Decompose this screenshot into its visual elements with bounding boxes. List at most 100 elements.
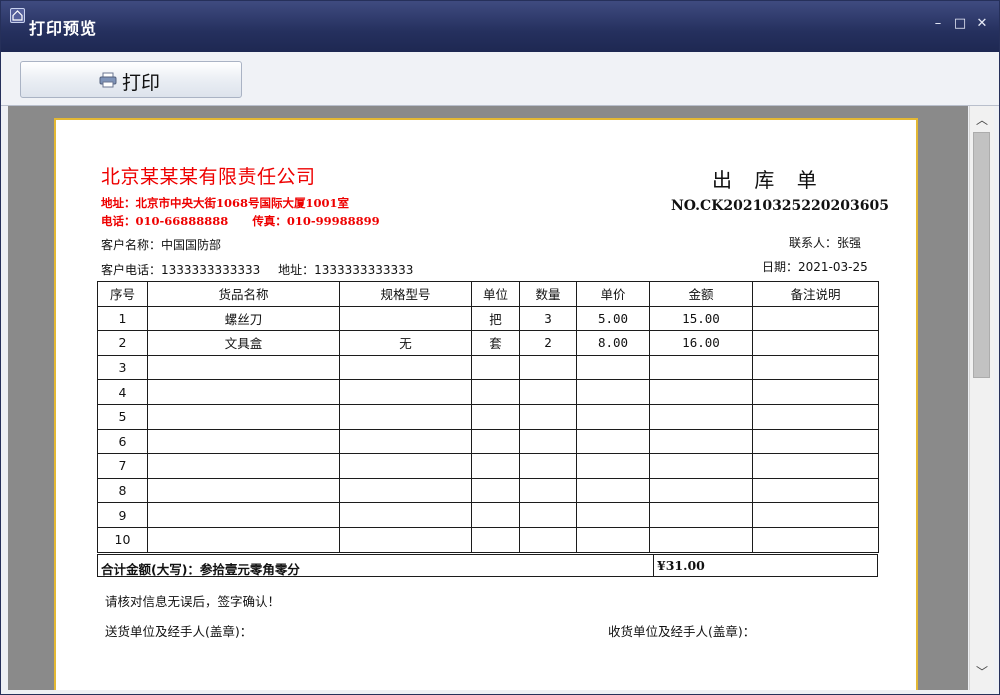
cell-quantity <box>519 477 577 504</box>
cell-product-name <box>147 526 340 553</box>
cell-index: 1 <box>97 305 148 332</box>
total-row: 合计金额(大写)：参拾壹元零角零分 ¥31.00 <box>97 554 878 577</box>
customer-name: 中国国防部 <box>161 238 222 252</box>
cell-spec <box>339 403 472 430</box>
document-title: 出 库 单 <box>712 168 825 192</box>
cell-unit-price <box>576 354 650 381</box>
company-address: 地址：北京市中央大街1068号国际大厦1001室 <box>101 196 350 210</box>
total-amount: ¥31.00 <box>653 555 705 576</box>
table-row: 7 <box>97 453 879 479</box>
cell-unit-price <box>576 428 650 455</box>
sender-signature-label: 送货单位及经手人(盖章)： <box>105 624 253 639</box>
cell-unit-price <box>576 526 650 553</box>
table-row: 4 <box>97 379 879 405</box>
header-quantity: 数量 <box>519 281 577 307</box>
minimize-button[interactable]: – <box>929 15 947 33</box>
table-row: 5 <box>97 403 879 430</box>
confirm-note: 请核对信息无误后，签字确认！ <box>105 594 281 609</box>
cell-product-name <box>147 453 340 479</box>
cell-quantity <box>519 403 577 430</box>
cell-quantity <box>519 428 577 455</box>
cell-spec <box>339 305 472 332</box>
cell-spec <box>339 502 472 528</box>
cell-index: 5 <box>97 403 148 430</box>
company-name: 北京某某某有限责任公司 <box>101 166 316 188</box>
cell-remarks <box>752 502 879 528</box>
cell-unit-price <box>576 403 650 430</box>
customer-phone-label: 客户电话： <box>101 263 162 277</box>
cell-amount <box>649 428 753 455</box>
customer-phone: 1333333333333 <box>161 263 261 277</box>
cell-unit-price <box>576 502 650 528</box>
cell-quantity <box>519 526 577 553</box>
header-spec: 规格型号 <box>339 281 472 307</box>
cell-unit <box>471 502 520 528</box>
cell-unit <box>471 403 520 430</box>
cell-remarks <box>752 526 879 553</box>
maximize-button[interactable]: □ <box>951 15 969 33</box>
cell-amount <box>649 379 753 405</box>
table-row: 8 <box>97 477 879 504</box>
cell-index: 8 <box>97 477 148 504</box>
date-row: 日期：2021-03-25 <box>762 258 868 275</box>
contact-name: 张强 <box>837 236 862 250</box>
items-table: 序号 货品名称 规格型号 单位 数量 单价 金额 备注说明 1 螺丝刀把 3 5.00… <box>97 281 879 553</box>
cell-amount <box>649 403 753 430</box>
cell-product-name: 文具盒 <box>147 330 340 356</box>
print-button-label: 打印 <box>122 72 161 94</box>
header-product-name: 货品名称 <box>147 281 340 307</box>
cell-unit <box>471 428 520 455</box>
table-header-row: 序号 货品名称 规格型号 单位 数量 单价 金额 备注说明 <box>97 281 879 307</box>
title-bar: 打印预览 – □ ✕ <box>1 1 999 52</box>
table-row: 10 <box>97 526 879 553</box>
table-row: 2 文具盒无套 2 8.00 16.00 <box>97 330 879 356</box>
cell-index: 3 <box>97 354 148 381</box>
printer-icon <box>99 72 117 92</box>
cell-index: 7 <box>97 453 148 479</box>
window-title: 打印预览 <box>29 19 98 38</box>
cell-remarks <box>752 403 879 430</box>
document-page: 北京某某某有限责任公司 地址：北京市中央大街1068号国际大厦1001室 电话：… <box>54 118 918 690</box>
cell-unit: 套 <box>471 330 520 356</box>
cell-unit <box>471 453 520 479</box>
cell-index: 6 <box>97 428 148 455</box>
cell-spec <box>339 428 472 455</box>
print-button[interactable]: 打印 <box>20 61 242 98</box>
cell-remarks <box>752 354 879 381</box>
preview-area[interactable]: 北京某某某有限责任公司 地址：北京市中央大街1068号国际大厦1001室 电话：… <box>8 106 968 690</box>
cell-index: 10 <box>97 526 148 553</box>
cell-unit <box>471 477 520 504</box>
cell-quantity <box>519 354 577 381</box>
scroll-up-icon[interactable]: ︿ <box>976 114 988 126</box>
cell-product-name: 螺丝刀 <box>147 305 340 332</box>
customer-name-row: 客户名称：中国国防部 <box>101 236 221 253</box>
document-number: NO.CK20210325220203605 <box>671 198 889 214</box>
cell-unit-price: 5.00 <box>576 305 650 332</box>
contact-label: 联系人： <box>789 236 838 250</box>
close-button[interactable]: ✕ <box>973 15 991 33</box>
cell-quantity: 2 <box>519 330 577 356</box>
print-preview-window: 打印预览 – □ ✕ 打印 北京某某某有限责任公司 地址：北京市中央大街1068… <box>0 0 1000 695</box>
cell-amount: 16.00 <box>649 330 753 356</box>
scrollbar-thumb[interactable] <box>973 132 990 378</box>
cell-quantity: 3 <box>519 305 577 332</box>
cell-quantity <box>519 379 577 405</box>
cell-amount <box>649 453 753 479</box>
cell-unit-price <box>576 477 650 504</box>
phone-label: 电话： <box>101 214 136 228</box>
cell-product-name <box>147 502 340 528</box>
cell-spec: 无 <box>339 330 472 356</box>
cell-remarks <box>752 330 879 356</box>
cell-quantity <box>519 502 577 528</box>
cell-amount <box>649 502 753 528</box>
cell-spec <box>339 354 472 381</box>
table-row: 9 <box>97 502 879 528</box>
header-index: 序号 <box>97 281 148 307</box>
customer-phone-row: 客户电话：1333333333333 地址：1333333333333 <box>101 261 413 278</box>
table-row: 6 <box>97 428 879 455</box>
cell-spec <box>339 453 472 479</box>
header-amount: 金额 <box>649 281 753 307</box>
table-row: 1 螺丝刀 把 3 5.00 15.00 <box>97 305 879 332</box>
scroll-down-icon[interactable]: ﹀ <box>976 666 988 678</box>
vertical-scrollbar[interactable]: ︿ ﹀ <box>969 106 994 690</box>
